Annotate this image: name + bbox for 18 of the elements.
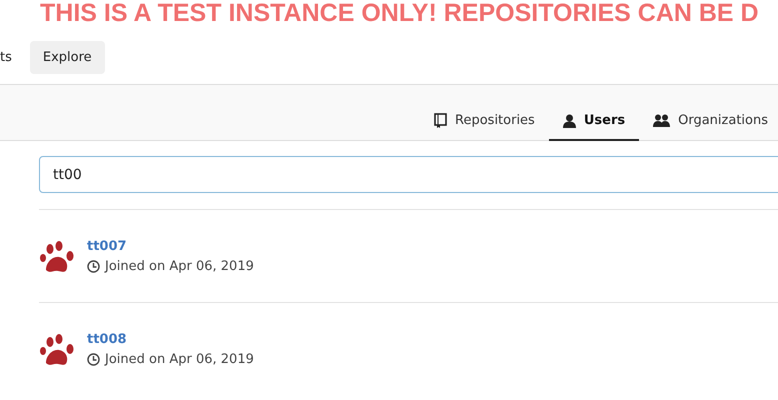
clock-icon [87,353,100,366]
tab[interactable]: Users [548,102,640,141]
joined-date: Joined on Apr 06, 2019 [105,259,254,274]
paw-icon [39,240,75,274]
tab[interactable]: Organizations [639,102,778,141]
users-icon [653,114,670,127]
user-icon [562,114,576,128]
tab[interactable]: Repositories [420,102,549,141]
book-icon [434,113,448,128]
search-field[interactable]: tt00 [39,156,778,193]
joined-date: Joined on Apr 06, 2019 [105,352,254,367]
paw-icon [39,332,75,366]
nav-link[interactable]: ts [0,41,16,74]
username-link[interactable]: tt007 [87,239,254,254]
clock-icon [87,260,100,273]
username-link[interactable]: tt008 [87,332,254,347]
warning-text: THIS IS A TEST INSTANCE ONLY! REPOSITORIES CAN BE D [40,0,759,27]
nav-link[interactable]: Explore [30,41,105,74]
